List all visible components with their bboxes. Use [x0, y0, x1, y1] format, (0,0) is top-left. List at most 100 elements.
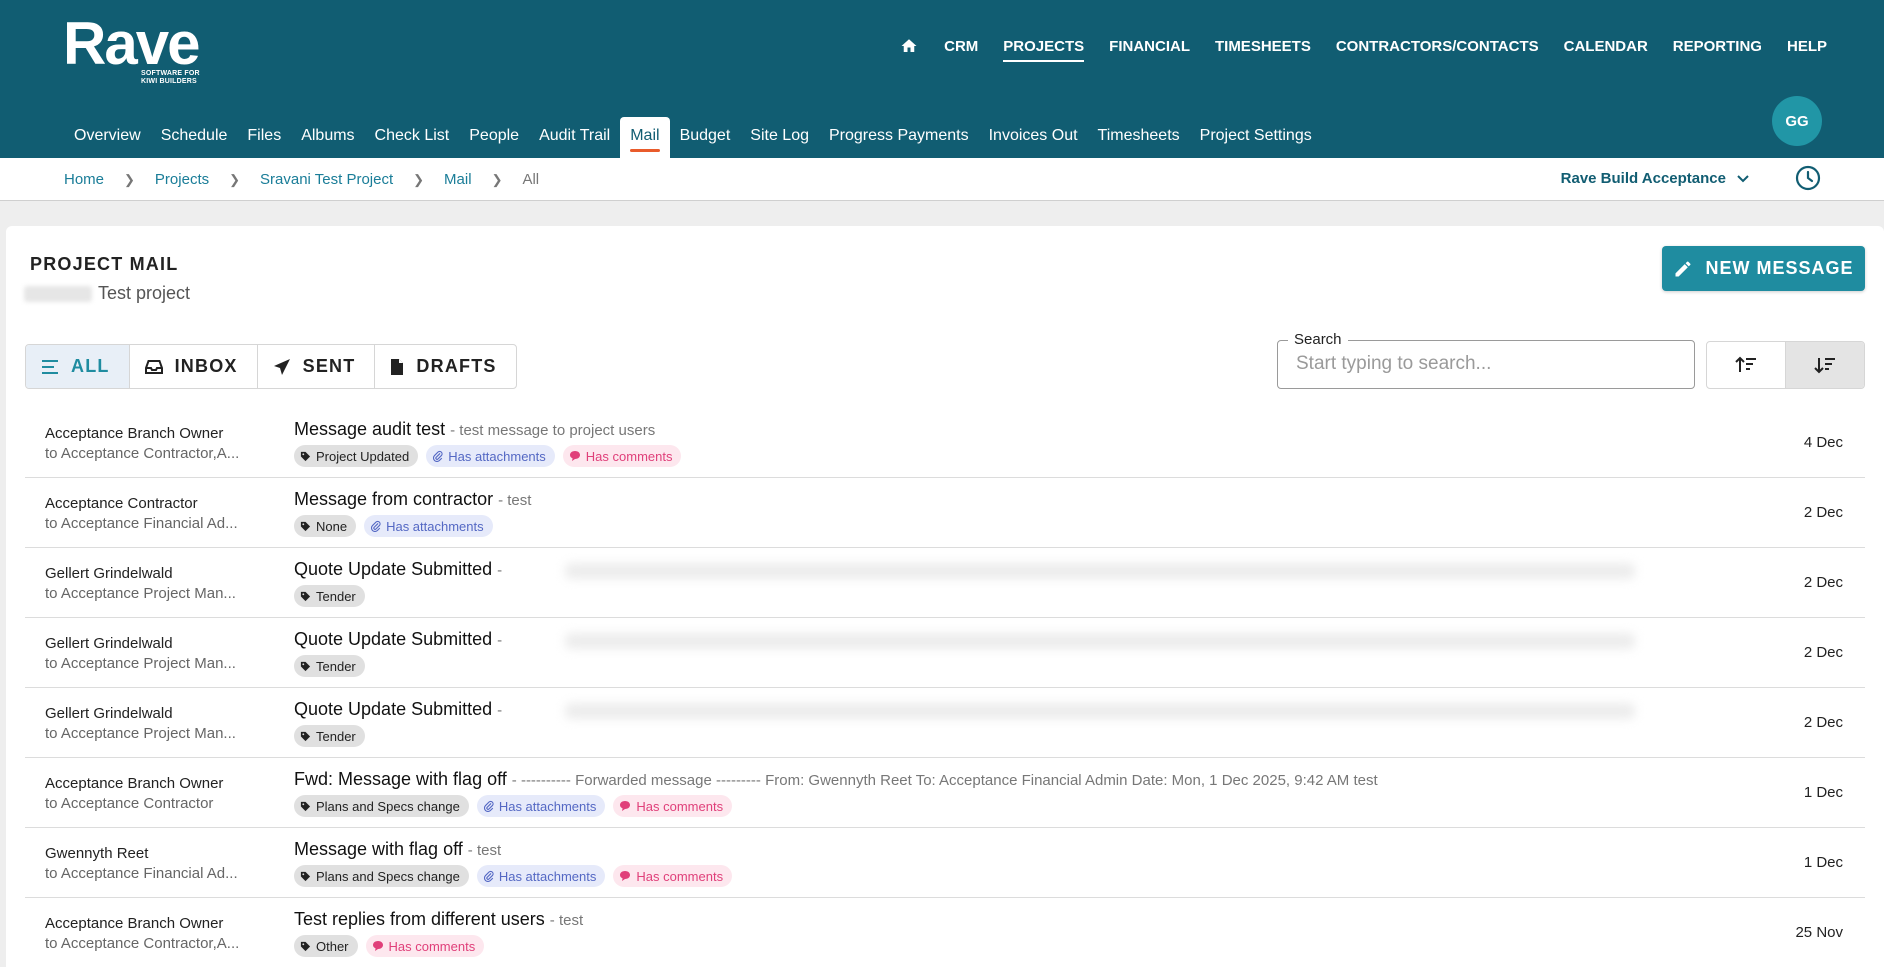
tab-files[interactable]: Files — [237, 117, 291, 158]
sort-ascending-button[interactable] — [1707, 342, 1785, 388]
category-tag: None — [294, 515, 357, 537]
mail-row[interactable]: Acceptance Contractor to Acceptance Finan… — [25, 478, 1865, 548]
topnav-help[interactable]: HELP — [1787, 38, 1827, 55]
comments-badge: Has comments — [613, 795, 733, 817]
mail-recipients: to Acceptance Contractor,A... — [45, 935, 240, 952]
mail-card: PROJECT MAIL Test project NEW MESSAGE AL… — [6, 226, 1884, 967]
chevron-right-icon: ❯ — [491, 171, 503, 187]
category-tag: Project Updated — [294, 445, 419, 467]
mail-sender: Gellert Grindelwald — [45, 565, 173, 582]
filter-sent[interactable]: SENT — [258, 345, 376, 388]
mail-recipients: to Acceptance Project Man... — [45, 585, 236, 602]
tab-invoices-out[interactable]: Invoices Out — [979, 117, 1088, 158]
mail-subject: Fwd: Message with flag off — [294, 769, 507, 789]
search-input[interactable] — [1296, 353, 1676, 375]
topnav-financial[interactable]: FINANCIAL — [1109, 38, 1190, 55]
mail-badges: None Has attachments — [294, 515, 501, 537]
topnav-reporting[interactable]: REPORTING — [1673, 38, 1762, 55]
sort-descending-button[interactable] — [1785, 342, 1864, 388]
mail-recipients: to Acceptance Financial Ad... — [45, 865, 238, 882]
topnav-projects[interactable]: PROJECTS — [1003, 38, 1084, 62]
home-icon[interactable] — [899, 37, 919, 55]
tab-progress-payments[interactable]: Progress Payments — [819, 117, 979, 158]
filter-all[interactable]: ALL — [26, 345, 130, 388]
breadcrumb-current: All — [522, 171, 540, 188]
mail-sender: Acceptance Contractor — [45, 495, 198, 512]
category-tag: Tender — [294, 585, 365, 607]
mail-preview: - — [497, 702, 503, 719]
mail-list: Acceptance Branch Owner to Acceptance Con… — [25, 408, 1865, 967]
mail-row[interactable]: Gwennyth Reet to Acceptance Financial Ad.… — [25, 828, 1865, 898]
topnav-contractors-contacts[interactable]: CONTRACTORS/CONTACTS — [1336, 38, 1539, 55]
tab-mail[interactable]: Mail — [620, 117, 670, 158]
tab-check-list[interactable]: Check List — [365, 117, 460, 158]
tab-project-settings[interactable]: Project Settings — [1190, 117, 1322, 158]
paperclip-icon — [433, 450, 443, 462]
category-tag-label: Tender — [316, 658, 356, 674]
list-icon — [42, 359, 58, 374]
mail-row[interactable]: Acceptance Branch Owner to Acceptance Con… — [25, 408, 1865, 478]
mail-row[interactable]: Gellert Grindelwald to Acceptance Project… — [25, 618, 1865, 688]
mail-subject-line: Quote Update Submitted - — [294, 559, 502, 580]
breadcrumb-mail[interactable]: Mail — [444, 171, 472, 188]
mail-subject: Message from contractor — [294, 489, 494, 509]
project-selector[interactable]: Rave Build Acceptance — [1561, 170, 1750, 187]
chevron-down-icon — [1737, 174, 1749, 182]
page-title: PROJECT MAIL — [30, 254, 179, 274]
tab-albums[interactable]: Albums — [291, 117, 364, 158]
mail-row[interactable]: Acceptance Branch Owner to Acceptance Con… — [25, 758, 1865, 828]
mail-subject-line: Test replies from different users - test — [294, 909, 583, 930]
redacted-preview — [565, 703, 1635, 719]
tab-schedule[interactable]: Schedule — [151, 117, 238, 158]
breadcrumb-project[interactable]: Sravani Test Project — [260, 171, 393, 188]
attachments-badge-label: Has attachments — [498, 798, 597, 814]
topnav-calendar[interactable]: CALENDAR — [1564, 38, 1648, 55]
category-tag: Other — [294, 935, 358, 957]
category-tag-label: Tender — [316, 728, 356, 744]
mail-row[interactable]: Gellert Grindelwald to Acceptance Project… — [25, 548, 1865, 618]
mail-row[interactable]: Acceptance Branch Owner to Acceptance Con… — [25, 898, 1865, 967]
tab-site-log[interactable]: Site Log — [740, 117, 819, 158]
mail-badges: Tender — [294, 585, 373, 607]
mail-badges: Tender — [294, 725, 373, 747]
comments-badge: Has comments — [365, 935, 485, 957]
category-tag-label: Tender — [316, 588, 356, 604]
attachments-badge-label: Has attachments — [498, 868, 597, 884]
paperclip-icon — [371, 520, 381, 532]
tab-overview[interactable]: Overview — [64, 117, 151, 158]
comments-badge: Has comments — [613, 865, 733, 887]
sort-ascending-icon — [1735, 356, 1756, 372]
pencil-icon — [1675, 260, 1691, 276]
breadcrumb-bar: Home ❯ Projects ❯ Sravani Test Project ❯… — [0, 158, 1884, 201]
tab-budget[interactable]: Budget — [670, 117, 741, 158]
clock-icon[interactable] — [1794, 164, 1822, 192]
mail-preview: - test message to project users — [450, 422, 656, 439]
tab-audit-trail[interactable]: Audit Trail — [529, 117, 620, 158]
search-label: Search — [1288, 331, 1348, 348]
tab-timesheets[interactable]: Timesheets — [1088, 117, 1190, 158]
mail-sender: Acceptance Branch Owner — [45, 915, 224, 932]
mail-row[interactable]: Gellert Grindelwald to Acceptance Project… — [25, 688, 1865, 758]
user-avatar[interactable]: GG — [1772, 96, 1822, 146]
rave-logo[interactable]: Rave SOFTWARE FOR KIWI BUILDERS — [63, 14, 200, 86]
filter-drafts[interactable]: DRAFTS — [375, 345, 515, 388]
topnav-crm[interactable]: CRM — [944, 38, 978, 55]
sort-toggle — [1706, 341, 1865, 389]
topnav-timesheets[interactable]: TIMESHEETS — [1215, 38, 1311, 55]
tab-people[interactable]: People — [459, 117, 529, 158]
new-message-label: NEW MESSAGE — [1705, 258, 1854, 278]
category-tag-label: Plans and Specs change — [316, 798, 460, 814]
breadcrumb-home[interactable]: Home — [64, 171, 104, 188]
mail-subject: Quote Update Submitted — [294, 629, 493, 649]
comment-icon — [620, 871, 631, 881]
mail-filter-group: ALL INBOX SENT DRAFTS — [25, 344, 517, 389]
logo-tagline: SOFTWARE FOR KIWI BUILDERS — [141, 70, 200, 85]
breadcrumb-projects[interactable]: Projects — [155, 171, 209, 188]
mail-subject: Message audit test — [294, 419, 446, 439]
mail-sender: Gellert Grindelwald — [45, 635, 173, 652]
filter-sent-label: SENT — [302, 356, 356, 376]
comment-icon — [372, 941, 383, 951]
new-message-button[interactable]: NEW MESSAGE — [1662, 246, 1865, 291]
filter-inbox[interactable]: INBOX — [130, 345, 258, 388]
category-tag-label: Plans and Specs change — [316, 868, 460, 884]
